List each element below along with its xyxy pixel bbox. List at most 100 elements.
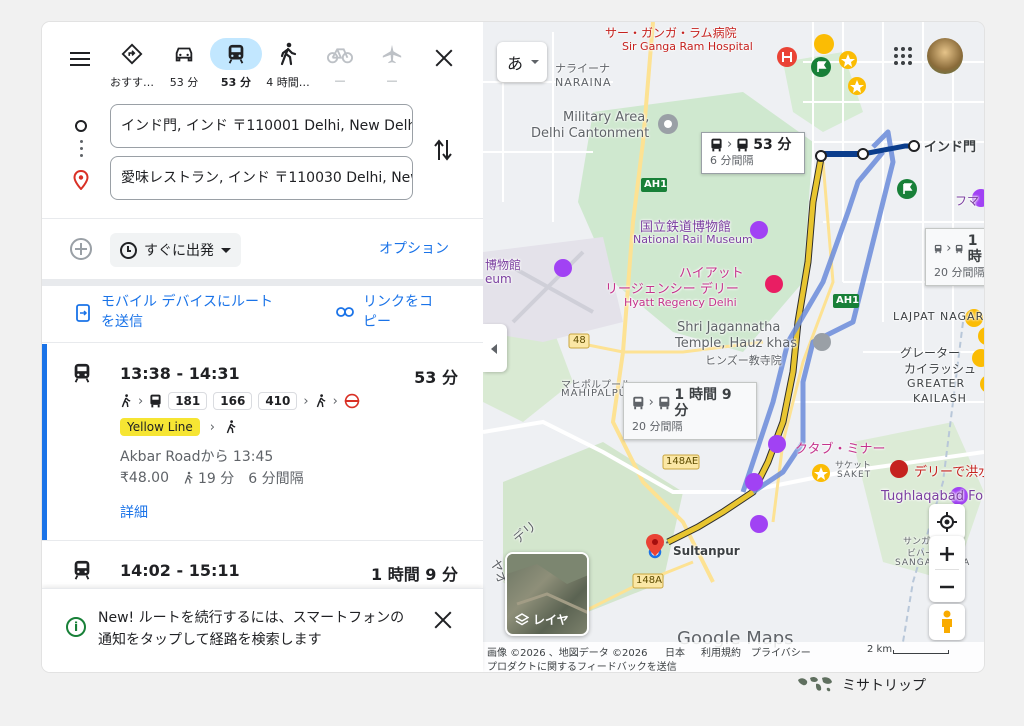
depart-label: すぐに出発 <box>144 243 214 259</box>
route-callout-alt-2[interactable]: › 1 時 20 分間隔 <box>925 228 984 286</box>
notice-text: New! ルートを続行するには、スマートフォンの通知をタップして経路を検索します <box>98 610 405 648</box>
map-label-military: Military Area, <box>563 110 650 125</box>
scale-label: 2 km <box>867 644 893 655</box>
close-directions-button[interactable] <box>432 46 456 70</box>
mode-cycling[interactable]: — <box>314 38 366 96</box>
chevron-right-icon: › <box>332 393 338 409</box>
route-option-2[interactable]: 14:02 - 15:11 1 時間 9 分 <box>42 541 483 588</box>
route-duration: 53 分 <box>414 368 458 387</box>
mode-label: 53 分 <box>220 76 252 89</box>
callout-time: 53 分 <box>753 137 792 153</box>
input-method-button[interactable]: あ <box>497 42 547 82</box>
map-label-gk-1: GREATER <box>907 377 966 390</box>
depart-time-dropdown[interactable]: すぐに出発 <box>110 233 241 267</box>
map-label-tughlaq: Tughlaqabad Fort <box>881 489 984 504</box>
map-label-lajpat: LAJPAT NAGAR <box>893 310 984 323</box>
collapse-panel-button[interactable] <box>483 324 507 372</box>
route-time: 14:02 - 15:11 <box>120 561 240 580</box>
map-label-museum-left: 博物館 <box>485 258 522 272</box>
walk-icon <box>226 420 236 434</box>
chevron-right-icon: › <box>648 395 654 410</box>
bus-icon <box>659 396 670 410</box>
map-label-naraina: NARAINA <box>555 76 612 89</box>
route-time: 13:38 - 14:31 <box>120 364 240 383</box>
map-label-hyatt-jp2: リージェンシー デリー <box>605 282 739 297</box>
transit-icon <box>72 559 92 585</box>
my-location-icon <box>937 512 957 532</box>
map-label-flood: デリーで洪水 <box>914 465 984 480</box>
privacy-link[interactable]: プライバシー <box>751 644 811 659</box>
mode-recommended[interactable]: おすす… <box>106 38 158 96</box>
route-option-1[interactable]: 13:38 - 14:31 53 分 › 181 166 410 › › Yel… <box>42 344 483 540</box>
destination-input[interactable]: 愛味レストラン, インド 〒110030 Delhi, New Delhi <box>110 156 413 200</box>
layers-button[interactable]: レイヤ <box>505 552 589 636</box>
line-row: Yellow Line › <box>120 418 237 436</box>
zoom-in-button[interactable] <box>929 536 965 569</box>
bus-icon <box>711 138 722 152</box>
details-link[interactable]: 詳細 <box>120 502 148 522</box>
route-callout-alt-1[interactable]: › 1 時間 9 分 20 分間隔 <box>623 382 757 440</box>
options-link[interactable]: オプション <box>379 238 449 258</box>
street-view-pegman[interactable] <box>929 604 965 640</box>
layers-label-row: レイヤ <box>515 611 569 628</box>
map-canvas[interactable]: AH1 AH1 48 148AE 148A サー・ガンガ・ラム病院 Sir Ga… <box>483 22 984 672</box>
menu-icon[interactable] <box>68 48 92 72</box>
walk-minutes: 19 分 <box>198 471 235 487</box>
terms-link[interactable]: 利用規約 <box>701 644 741 659</box>
mode-walking[interactable]: 4 時間… <box>262 38 314 96</box>
bus-icon <box>934 244 942 254</box>
road-shield-ah1: AH1 <box>644 179 668 190</box>
map-label-hyatt-en: Hyatt Regency Delhi <box>624 296 737 309</box>
send-to-phone-icon <box>76 304 90 328</box>
plus-icon <box>940 547 954 561</box>
mode-label: 53 分 <box>169 76 199 89</box>
zoom-control <box>929 536 965 602</box>
callout-interval: 20 分間隔 <box>934 266 984 279</box>
copy-link-link[interactable]: リンクをコ ピー <box>336 292 466 332</box>
callout-row: › 1 時 <box>934 233 984 265</box>
divider <box>42 218 483 219</box>
avatar[interactable] <box>927 38 963 74</box>
bus-number: 166 <box>213 392 253 410</box>
route-callout-selected[interactable]: › 53 分 6 分間隔 <box>701 132 805 174</box>
mode-transit[interactable]: 53 分 <box>210 38 262 96</box>
directions-panel: おすす… 53 分 53 分 4 時間… — — インド門, インド 〒1100… <box>42 22 483 672</box>
route-duration: 1 時間 9 分 <box>371 565 458 584</box>
mode-label: — <box>334 74 346 87</box>
travel-mode-bar: おすす… 53 分 53 分 4 時間… — — <box>42 38 483 98</box>
language-link[interactable]: 日本 <box>665 644 685 659</box>
route-meta: ₹48.00 19 分 6 分間隔 <box>120 468 304 488</box>
walk-icon <box>121 394 131 408</box>
chevron-right-icon: › <box>946 241 952 256</box>
callout-interval: 20 分間隔 <box>632 420 683 433</box>
feedback-link[interactable]: プロダクトに関するフィードバックを送信 <box>487 658 677 672</box>
mode-label: — <box>386 74 398 87</box>
info-icon: i <box>66 617 86 637</box>
my-location-button[interactable] <box>929 504 965 540</box>
close-notice-button[interactable] <box>432 609 454 631</box>
mode-driving[interactable]: 53 分 <box>158 38 210 96</box>
bus-number: 181 <box>168 392 208 410</box>
origin-dot-icon <box>75 120 87 132</box>
send-to-mobile-label-1: モバイル デバイスにルート <box>101 294 274 310</box>
copy-link-label-1: リンクをコ <box>363 294 433 310</box>
ime-label: あ <box>507 54 524 73</box>
origin-input[interactable]: インド門, インド 〒110001 Delhi, New Delhi <box>110 104 413 148</box>
mode-label: 4 時間… <box>266 76 310 89</box>
zoom-out-button[interactable] <box>929 569 965 602</box>
apps-grid-icon[interactable] <box>891 44 915 68</box>
swap-icon[interactable] <box>431 136 455 164</box>
walk-icon <box>184 471 193 484</box>
chevron-down-icon <box>531 60 539 64</box>
link-icon <box>336 304 354 324</box>
chevron-right-icon: › <box>303 393 309 409</box>
callout-row: › 1 時間 9 分 <box>632 387 748 419</box>
add-stop-icon[interactable] <box>70 238 92 260</box>
callout-time: 1 時間 9 分 <box>674 387 732 419</box>
walk-icon <box>262 38 314 70</box>
send-to-mobile-label-2: を送信 <box>101 314 143 330</box>
mode-flights[interactable]: — <box>366 38 418 96</box>
send-to-mobile-link[interactable]: モバイル デバイスにルート を送信 <box>76 292 296 332</box>
transit-icon <box>210 38 262 70</box>
route-dots-icon <box>80 140 83 161</box>
